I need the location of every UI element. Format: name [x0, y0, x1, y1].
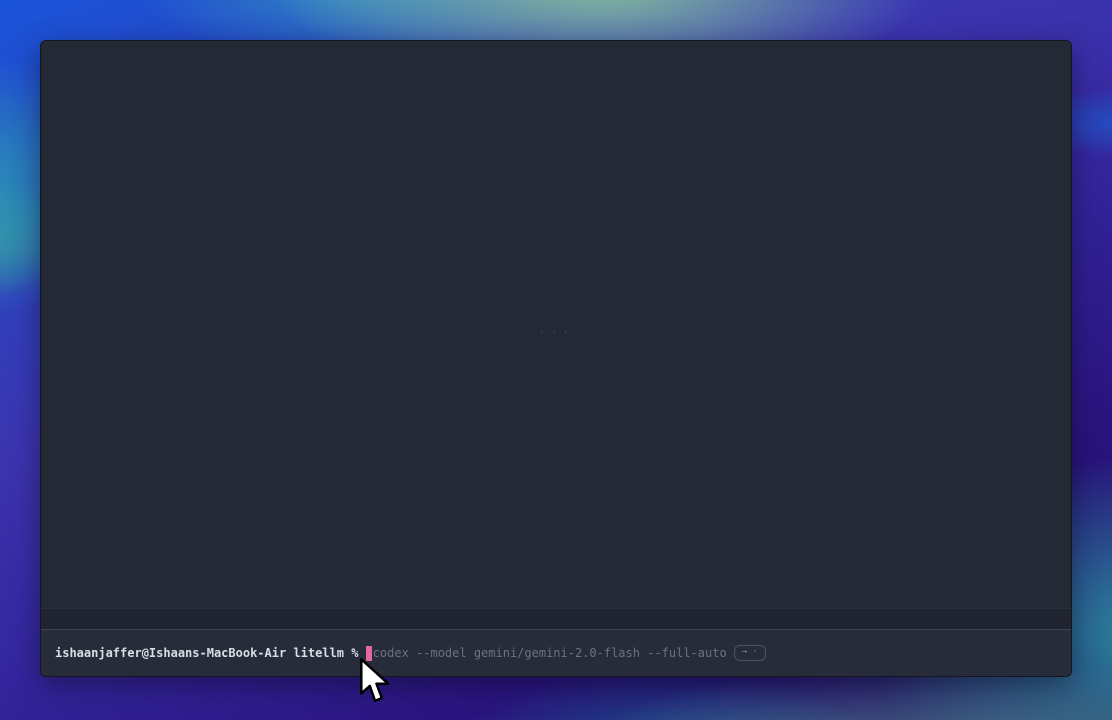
terminal-window[interactable]: ··· ishaanjaffer@Ishaans-MacBook-Air lit…	[40, 40, 1072, 677]
shell-prompt-label: ishaanjaffer@Ishaans-MacBook-Air litellm…	[55, 645, 366, 661]
loading-ellipsis: ···	[538, 325, 573, 340]
desktop-wallpaper: ··· ishaanjaffer@Ishaans-MacBook-Air lit…	[0, 0, 1112, 720]
footer-shadow-strip	[41, 608, 1071, 629]
text-caret	[366, 646, 372, 661]
autosuggestion-text: codex --model gemini/gemini-2.0-flash --…	[373, 645, 727, 661]
accept-suggestion-hint-badge: → ·	[734, 645, 766, 661]
terminal-prompt-bar[interactable]: ishaanjaffer@Ishaans-MacBook-Air litellm…	[41, 629, 1071, 676]
